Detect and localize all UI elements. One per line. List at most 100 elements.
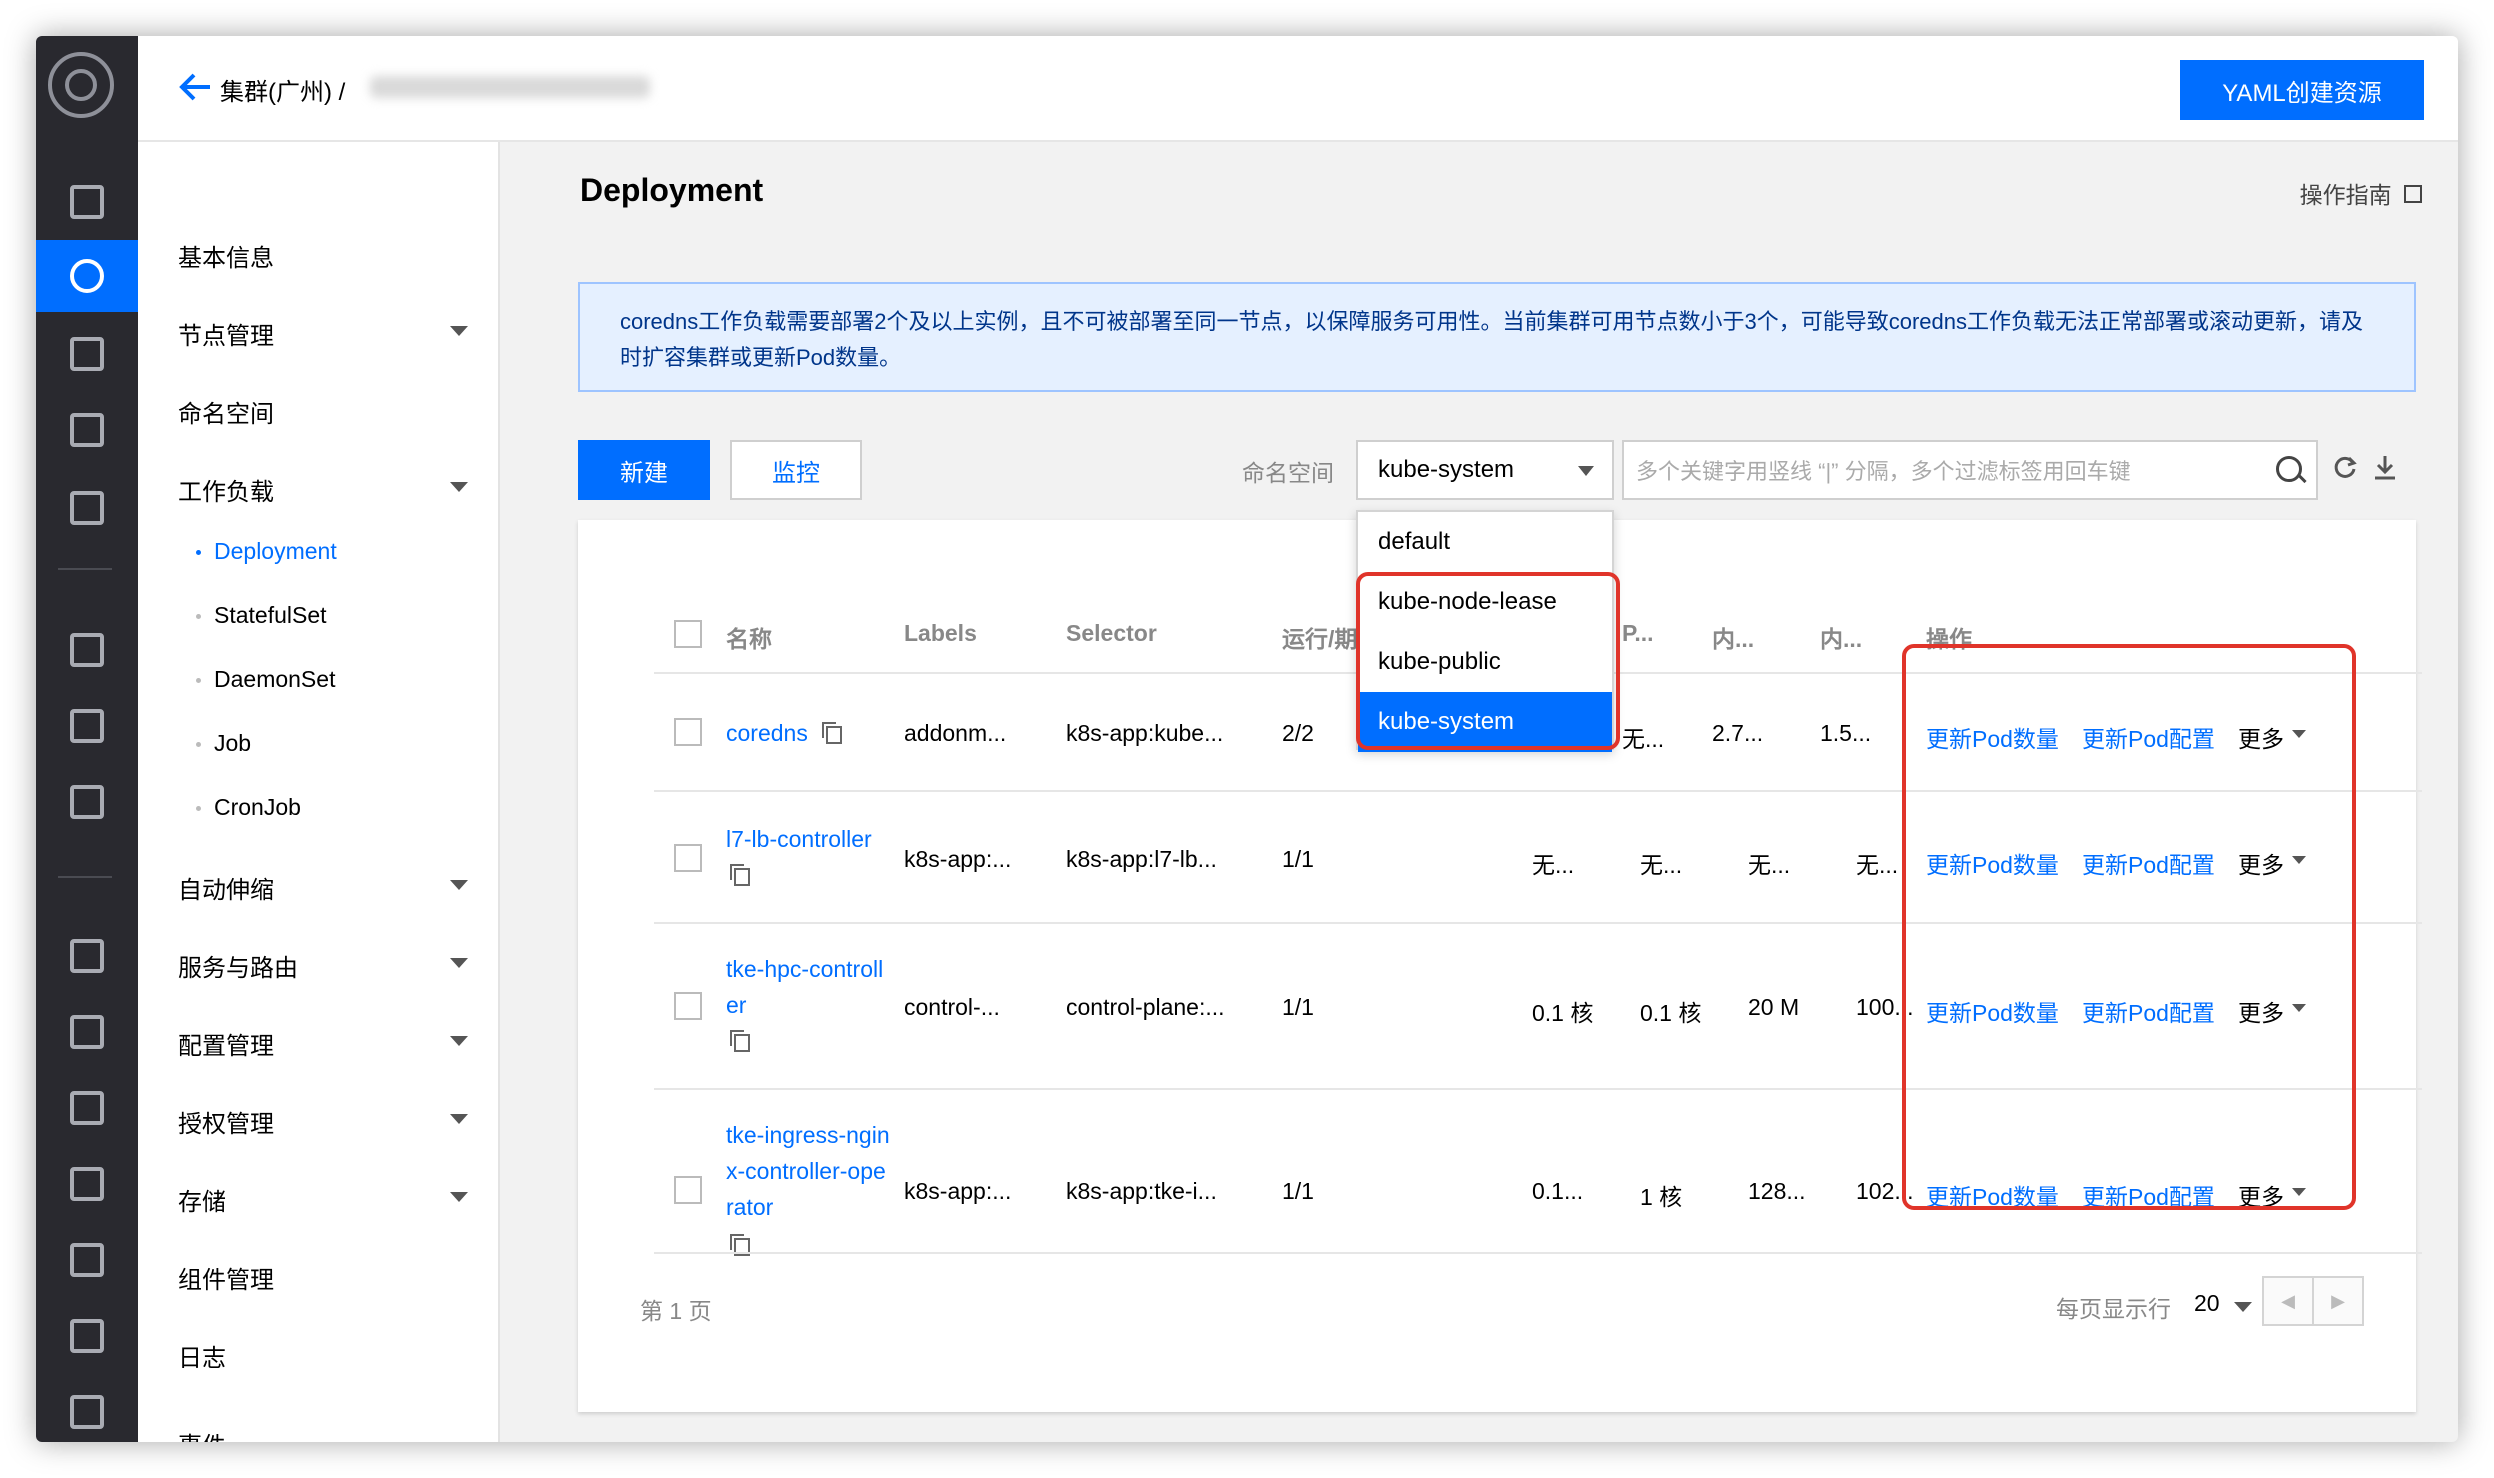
app-market-icon[interactable] [36,766,138,838]
nav-namespace[interactable]: 命名空间 [178,394,274,429]
nav-deployment[interactable]: Deployment [196,538,337,565]
row-running: 1/1 [1282,846,1314,872]
row-name-link-cont[interactable]: x-controller-ope [726,1158,886,1185]
row-name-link-cont[interactable]: rator [726,1194,773,1221]
pager-buttons: ◀ ▶ [2262,1276,2364,1326]
shield-icon[interactable] [36,1148,138,1220]
row-checkbox[interactable] [674,1176,702,1204]
cluster-icon[interactable] [36,240,138,312]
col-labels[interactable]: Labels [904,620,977,647]
nav-daemonset[interactable]: DaemonSet [195,666,335,693]
chevron-down-icon [450,326,468,336]
highlight-namespace-options [1356,572,1620,750]
cluster-id-blurred [370,76,650,98]
service-mesh-icon[interactable] [36,472,138,544]
chevron-down-icon [450,1192,468,1202]
refresh-icon[interactable] [2332,454,2358,480]
nav-logs[interactable]: 日志 [178,1338,226,1373]
col-running[interactable]: 运行/期 [1282,620,1357,654]
nav-workload[interactable]: 工作负载 [178,472,274,507]
row-checkbox[interactable] [674,844,702,872]
chevron-down-icon [1578,466,1594,476]
guide-link[interactable]: 操作指南 [2300,176,2422,210]
rail-divider [58,876,112,878]
row-selector: k8s-app:kube... [1066,720,1224,746]
col-p[interactable]: P... [1622,620,1654,647]
row-name-link[interactable]: tke-ingress-ngin [726,1122,890,1149]
yaml-create-button[interactable]: YAML创建资源 [2180,60,2424,120]
row-cpu-limit: 无... [1622,726,1665,752]
grid-icon[interactable] [36,1224,138,1296]
rail-divider [58,568,112,570]
row-name-link[interactable]: coredns [726,720,808,747]
calendar-icon[interactable] [36,996,138,1068]
row-name-link[interactable]: l7-lb-controller [726,826,872,853]
col-mem1[interactable]: 内... [1712,620,1754,654]
nav-authorization[interactable]: 授权管理 [178,1104,274,1139]
select-all-checkbox[interactable] [674,620,702,648]
scaling-icon[interactable] [36,614,138,686]
nav-events[interactable]: 事件 [178,1426,226,1442]
panel-icon[interactable] [36,1376,138,1442]
row-cpu-request: 0.1... [1532,1178,1584,1204]
row-name-link-cont[interactable]: er [726,992,746,1019]
row-labels: k8s-app:... [904,846,1012,872]
nav-cronjob[interactable]: CronJob [196,794,301,821]
per-page-select[interactable]: 20 [2194,1290,2220,1317]
row-divider [654,1252,2422,1254]
app-window: 集群(广州) / YAML创建资源 基本信息 节点管理 命名空间 工作负载 De… [36,36,2458,1442]
dashboard-icon[interactable] [36,166,138,238]
nav-addon-management[interactable]: 组件管理 [178,1260,274,1295]
page-indicator: 第 1 页 [640,1298,712,1324]
nav-autoscaling[interactable]: 自动伸缩 [178,870,274,905]
row-checkbox[interactable] [674,718,702,746]
row-checkbox[interactable] [674,992,702,1020]
chevron-down-icon [2234,1302,2252,1312]
nav-config-management[interactable]: 配置管理 [178,1026,274,1061]
namespace-option-default[interactable]: default [1358,512,1612,572]
search-input[interactable]: 多个关键字用竖线 “|” 分隔，多个过滤标签用回车键 [1622,440,2318,500]
row-running: 1/1 [1282,1178,1314,1204]
new-button[interactable]: 新建 [578,440,710,500]
namespace-select[interactable]: kube-system [1356,440,1614,500]
logo-icon[interactable] [48,52,114,118]
row-labels: control-... [904,994,1000,1020]
chevron-down-icon [450,482,468,492]
edge-cluster-icon[interactable] [36,318,138,390]
col-selector[interactable]: Selector [1066,620,1157,647]
breadcrumb[interactable]: 集群(广州) / [220,72,345,107]
nav-statefulset[interactable]: StatefulSet [196,602,327,629]
cloud-native-icon[interactable] [36,690,138,762]
nav-basic-info[interactable]: 基本信息 [178,238,274,273]
row-cpu-request: 0.1 核 [1532,1000,1594,1026]
row-name-link[interactable]: tke-hpc-controll [726,956,883,983]
download-icon[interactable] [2372,454,2398,480]
security-icon[interactable] [36,920,138,992]
infinity-icon[interactable] [36,1300,138,1372]
copy-icon[interactable] [730,864,750,886]
monitor-icon[interactable] [36,1072,138,1144]
next-page-icon[interactable]: ▶ [2314,1278,2362,1324]
nav-service-routing[interactable]: 服务与路由 [178,948,298,983]
col-name[interactable]: 名称 [726,620,772,654]
col-mem2[interactable]: 内... [1820,620,1862,654]
nav-node-management[interactable]: 节点管理 [178,316,274,351]
namespace-label: 命名空间 [1242,460,1334,486]
row-selector: control-plane:... [1066,994,1225,1020]
icon-rail [36,36,138,1442]
side-nav: 基本信息 节点管理 命名空间 工作负载 Deployment StatefulS… [138,142,500,1442]
nav-job[interactable]: Job [195,730,251,757]
row-cpu-limit: 0.1 核 [1640,1000,1702,1026]
registry-icon[interactable] [36,394,138,466]
row-selector: k8s-app:tke-i... [1066,1178,1217,1204]
search-icon[interactable] [2276,456,2302,482]
copy-icon[interactable] [730,1030,750,1052]
prev-page-icon[interactable]: ◀ [2264,1278,2314,1324]
highlight-operations [1902,644,2356,1210]
nav-storage[interactable]: 存储 [178,1182,226,1217]
back-arrow-icon[interactable] [178,72,212,102]
row-mem-request: 20 M [1748,994,1800,1020]
row-selector: k8s-app:l7-lb... [1066,846,1217,872]
copy-icon[interactable] [822,722,842,744]
monitor-button[interactable]: 监控 [730,440,862,500]
